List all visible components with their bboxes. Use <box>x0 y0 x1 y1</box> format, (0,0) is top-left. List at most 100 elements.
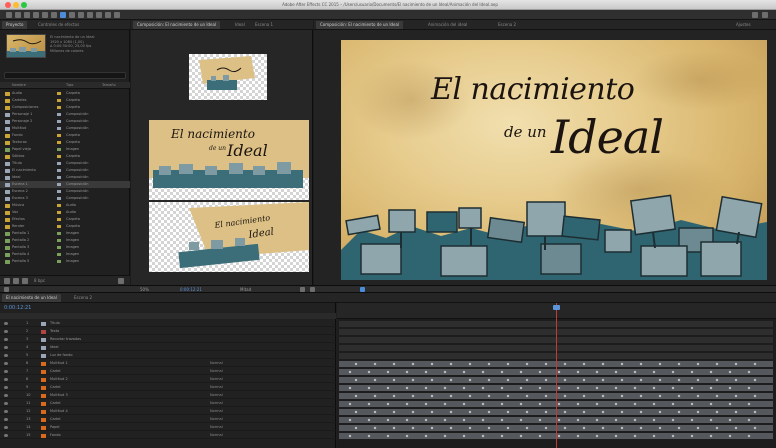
layer-mode[interactable]: Normal <box>210 432 230 439</box>
zoom-window-button[interactable] <box>21 2 27 8</box>
channel-icon[interactable] <box>310 287 315 292</box>
comp-preview-medium[interactable]: El nacimiento de un Ideal <box>149 120 309 200</box>
tab-comp-ideal[interactable]: Ideal <box>231 21 249 29</box>
eye-icon[interactable] <box>4 346 8 349</box>
layer-name[interactable]: Texto <box>50 328 135 335</box>
layer-name[interactable]: Multitud 2 <box>50 376 135 383</box>
timeline-layer-row[interactable]: 10 Multitud 3 Normal <box>0 392 336 399</box>
layer-label-color[interactable] <box>41 417 46 422</box>
layer-name[interactable]: Título <box>50 320 135 327</box>
layer-label-color[interactable] <box>41 377 46 382</box>
zoom-tool-icon[interactable] <box>24 12 30 18</box>
project-list-item[interactable]: Título Composición <box>0 160 130 167</box>
project-list-item[interactable]: Fondo Carpeta <box>0 132 130 139</box>
selection-tool-icon[interactable] <box>6 12 12 18</box>
layer-label-color[interactable] <box>41 385 46 390</box>
eye-icon[interactable] <box>4 402 8 405</box>
timeline-timecode[interactable]: 0:00:12:21 <box>4 305 31 311</box>
roto-tool-icon[interactable] <box>105 12 111 18</box>
eye-icon[interactable] <box>4 426 8 429</box>
menu-icon[interactable] <box>762 12 768 18</box>
project-list-item[interactable]: Voz Audio <box>0 209 130 216</box>
timeline-layer-row[interactable]: 3 Recortar trazados <box>0 336 336 343</box>
zoom-level[interactable]: 50% <box>140 287 149 292</box>
project-list-item[interactable]: Ideal Composición <box>0 174 130 181</box>
layer-name[interactable]: Multitud 3 <box>50 392 135 399</box>
hand-tool-icon[interactable] <box>15 12 21 18</box>
tab-comp-main[interactable]: Composición: El nacimiento de un Ideal <box>133 21 221 29</box>
project-list-item[interactable]: Pantalla 4 Imagen <box>0 251 130 258</box>
layer-label-color[interactable] <box>41 433 46 438</box>
project-list-item[interactable]: Escena 1 Composición <box>0 181 130 188</box>
eye-icon[interactable] <box>4 362 8 365</box>
project-list-item[interactable]: Personaje 2 Composición <box>0 118 130 125</box>
layer-label-color[interactable] <box>41 321 46 326</box>
playhead-handle[interactable] <box>553 305 560 310</box>
project-list-item[interactable]: Render Carpeta <box>0 223 130 230</box>
layer-mode[interactable]: Normal <box>210 416 230 423</box>
resolution-select[interactable]: Mitad <box>240 287 251 292</box>
eye-icon[interactable] <box>4 386 8 389</box>
comp-preview-bottom[interactable]: El nacimiento Ideal <box>149 202 309 272</box>
project-list-item[interactable]: Escena 2 Composición <box>0 188 130 195</box>
column-name[interactable]: Nombre <box>12 83 26 87</box>
eye-icon[interactable] <box>4 378 8 381</box>
timeline-layer-row[interactable]: 15 Fondo Normal <box>0 432 336 439</box>
camera-tool-icon[interactable] <box>42 12 48 18</box>
trash-icon[interactable] <box>118 278 124 284</box>
layer-name[interactable]: Cartel <box>50 416 135 423</box>
project-list-item[interactable]: Papel viejo Imagen <box>0 146 130 153</box>
timeline-layer-row[interactable]: 4 Ideal <box>0 344 336 351</box>
project-list-item[interactable]: Sólidos Carpeta <box>0 153 130 160</box>
eye-icon[interactable] <box>4 370 8 373</box>
layer-label-color[interactable] <box>41 409 46 414</box>
playhead[interactable] <box>556 303 557 448</box>
new-composition-icon[interactable] <box>22 278 28 284</box>
eraser-tool-icon[interactable] <box>96 12 102 18</box>
layer-label-color[interactable] <box>41 369 46 374</box>
eye-icon[interactable] <box>4 418 8 421</box>
timeline-layer-row[interactable]: 12 Multitud 4 Normal <box>0 408 336 415</box>
always-preview-icon[interactable] <box>4 287 9 292</box>
layer-label-color[interactable] <box>41 345 46 350</box>
timeline-layer-row[interactable]: 7 Cartel Normal <box>0 368 336 375</box>
minimize-window-button[interactable] <box>13 2 19 8</box>
project-list-item[interactable]: Pantalla 5 Imagen <box>0 258 130 265</box>
project-list-item[interactable]: El nacimiento Composición <box>0 167 130 174</box>
layer-mode[interactable]: Normal <box>210 376 230 383</box>
timeline-layer-row[interactable]: 9 Cartel Normal <box>0 384 336 391</box>
project-list-item[interactable]: Texturas Carpeta <box>0 139 130 146</box>
tab-project[interactable]: Proyecto <box>2 21 28 29</box>
column-type[interactable]: Tipo <box>66 83 73 87</box>
layer-mode[interactable]: Normal <box>210 424 230 431</box>
timeline-layer-row[interactable]: 13 Cartel Normal <box>0 416 336 423</box>
project-list-item[interactable]: Carteles Carpeta <box>0 97 130 104</box>
timeline-layer-row[interactable]: 2 Texto <box>0 328 336 335</box>
snapshot-icon[interactable] <box>300 287 305 292</box>
tab-effect-controls[interactable]: Controles de efectos <box>34 21 83 29</box>
eye-icon[interactable] <box>4 330 8 333</box>
comp-preview-small[interactable] <box>189 54 267 100</box>
layer-mode[interactable]: Normal <box>210 384 230 391</box>
project-list-item[interactable]: Pantalla 2 Imagen <box>0 237 130 244</box>
eye-icon[interactable] <box>4 354 8 357</box>
layer-name[interactable]: Cartel <box>50 384 135 391</box>
tab-timeline-escena[interactable]: Escena 2 <box>70 294 96 302</box>
layer-name[interactable]: Papel <box>50 424 135 431</box>
tab-viewer-animation[interactable]: Animación del ideal <box>424 21 471 29</box>
layer-mode[interactable]: Normal <box>210 400 230 407</box>
project-list-item[interactable]: Composiciones Carpeta <box>0 104 130 111</box>
timeline-layer-row[interactable]: 6 Multitud 1 Normal <box>0 360 336 367</box>
layer-label-color[interactable] <box>41 393 46 398</box>
pen-tool-icon[interactable] <box>60 12 66 18</box>
interpret-footage-icon[interactable] <box>4 278 10 284</box>
project-list-item[interactable]: Personaje 1 Composición <box>0 111 130 118</box>
eye-icon[interactable] <box>4 322 8 325</box>
project-list-item[interactable]: Escena 3 Composición <box>0 195 130 202</box>
timeline-layer-row[interactable]: 11 Cartel Normal <box>0 400 336 407</box>
tab-viewer-escena[interactable]: Escena 2 <box>494 21 520 29</box>
project-list-item[interactable]: Efectos Carpeta <box>0 216 130 223</box>
rotate-tool-icon[interactable] <box>33 12 39 18</box>
tab-viewer-main[interactable]: Composición: El nacimiento de un Ideal <box>316 21 404 29</box>
pan-behind-tool-icon[interactable] <box>51 12 57 18</box>
